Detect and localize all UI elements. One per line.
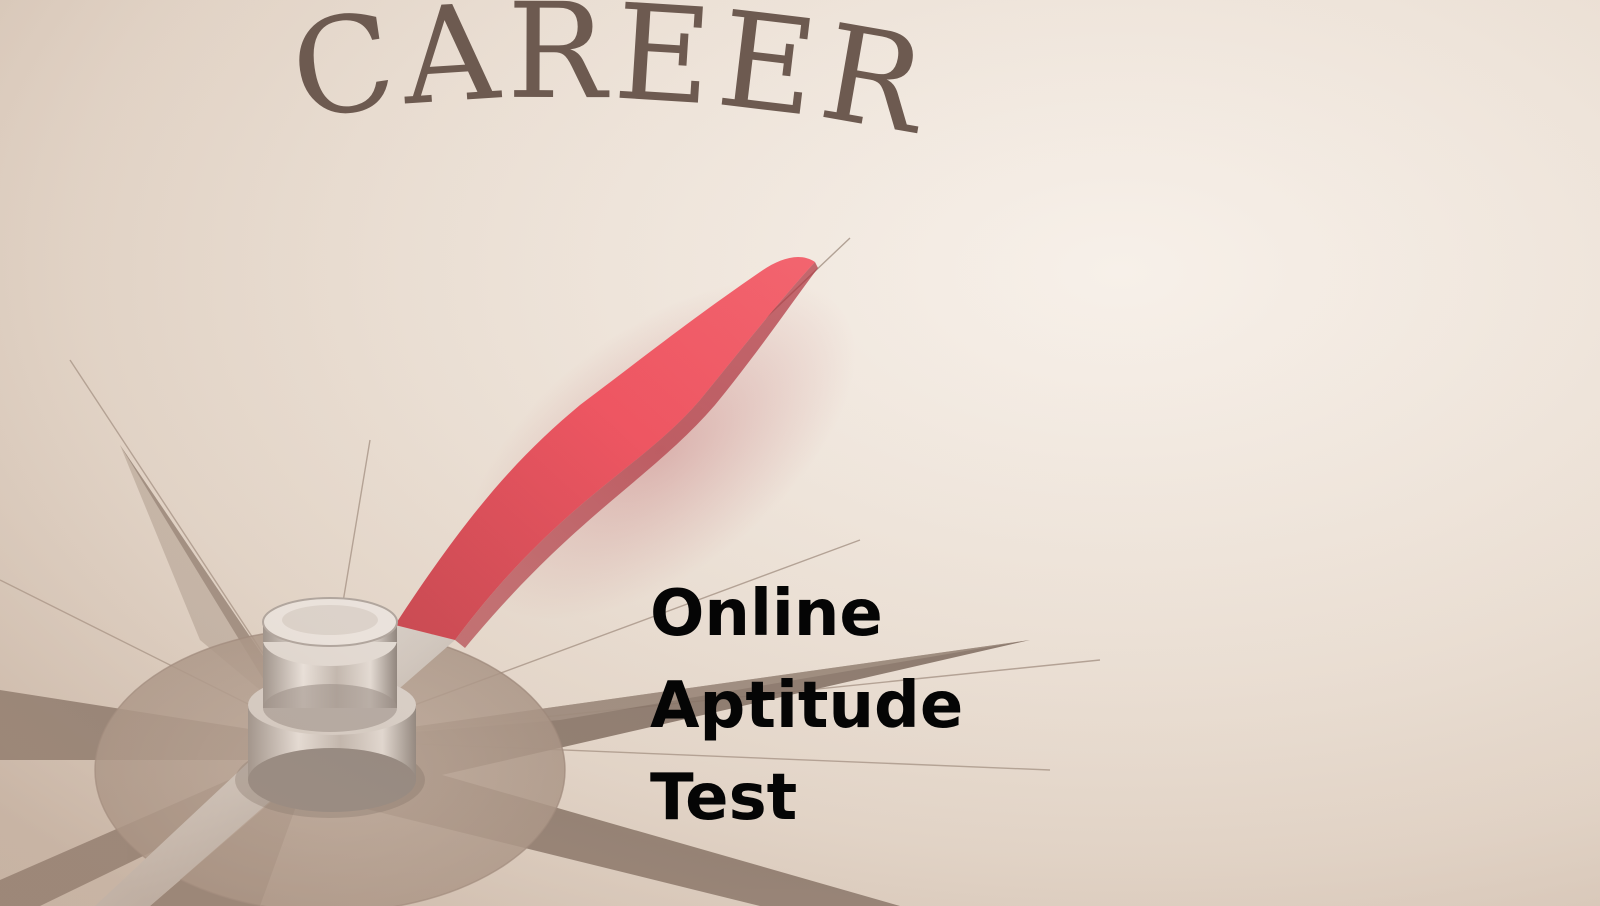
- caption-text: Online Aptitude Test: [650, 568, 1210, 844]
- caption-line-1: Online Aptitude: [650, 577, 964, 743]
- caption-line-2: Test: [650, 761, 798, 835]
- photo-canvas: CAREER Online Aptitude Test: [0, 0, 1600, 906]
